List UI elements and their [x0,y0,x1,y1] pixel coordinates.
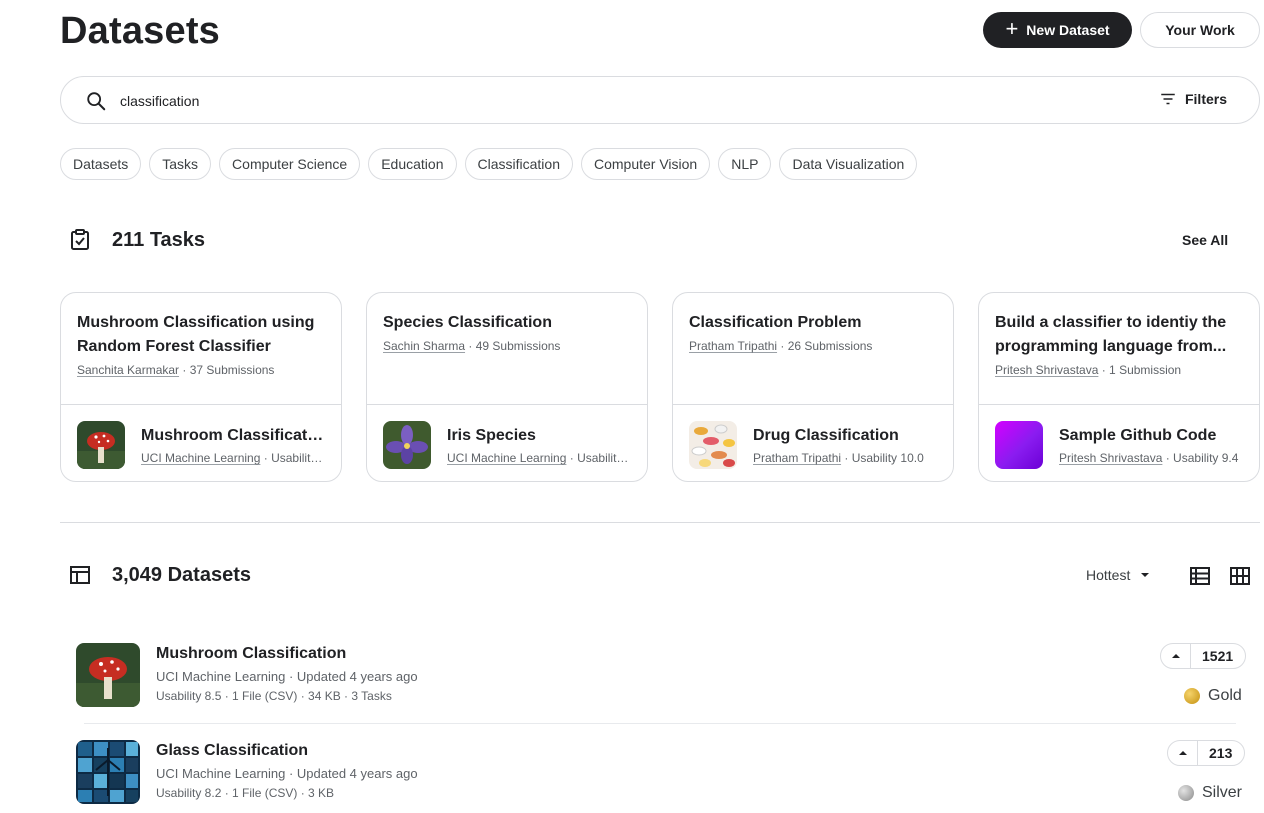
list-view-icon[interactable] [1188,564,1212,588]
tasks-count-title: 211 Tasks [112,228,206,251]
task-meta: Sanchita Karmakar · 37 Submissions [77,363,325,377]
search-bar: Filters [60,76,1260,124]
task-title: Classification Problem [689,314,862,331]
task-dataset-meta: UCI Machine Learning · Usability 7.9 [447,451,633,465]
mushroom-thumbnail [76,643,140,707]
task-author-link[interactable]: Sachin Sharma [383,339,465,353]
task-submissions: · 26 Submissions [777,339,873,353]
tasks-section-header: 211 Tasks [60,228,205,252]
dataset-subtitle: UCI Machine Learning · Updated 4 years a… [156,669,418,684]
task-title: Species Classification [383,314,552,331]
mushroom-thumbnail [77,421,125,469]
chip-data-visualization[interactable]: Data Visualization [779,148,918,180]
sort-dropdown[interactable]: Hottest [1086,567,1150,583]
chip-education[interactable]: Education [368,148,457,180]
table-icon [70,566,90,584]
filters-button[interactable]: Filters [1159,90,1227,108]
dataset-info: Usability 8.5 · 1 File (CSV) · 34 KB · 3… [156,689,392,703]
dataset-owner-link[interactable]: Pratham Tripathi [753,451,841,465]
task-dataset-meta: Pratham Tripathi · Usability 10.0 [753,451,937,465]
vote-count: 213 [1209,745,1233,761]
chip-datasets[interactable]: Datasets [60,148,142,180]
chip-nlp[interactable]: NLP [718,148,772,180]
caret-up-icon [1171,654,1180,658]
task-dataset-title: Sample Github Code [1059,427,1217,444]
dataset-subtitle: UCI Machine Learning · Updated 4 years a… [156,766,418,781]
new-dataset-button[interactable]: + New Dataset [983,12,1132,48]
stained-glass-thumbnail [76,740,140,804]
dataset-row[interactable]: Mushroom Classification UCI Machine Lear… [76,643,1246,707]
dataset-owner-link[interactable]: Pritesh Shrivastava [1059,451,1162,465]
filter-chips: Datasets Tasks Computer Science Educatio… [60,148,918,180]
task-dataset-meta: UCI Machine Learning · Usability 8.5 [141,451,327,465]
dataset-usability: · Usability 7.9 [569,451,633,465]
dataset-usability: · Usability 8.5 [263,451,327,465]
purple-gradient-thumbnail [995,421,1043,469]
upvote-control[interactable]: 213 [1167,740,1246,766]
see-all-tasks-link[interactable]: See All [1182,232,1228,248]
medal-label: Silver [1202,784,1243,801]
sort-label: Hottest [1086,567,1131,583]
chip-classification[interactable]: Classification [464,148,573,180]
dataset-row[interactable]: Glass Classification UCI Machine Learnin… [76,740,1246,804]
dataset-info: Usability 8.2 · 1 File (CSV) · 3 KB [156,786,335,800]
task-dataset-title: Mushroom Classification [141,427,327,444]
task-meta: Sachin Sharma · 49 Submissions [383,339,631,353]
silver-medal-icon [1178,785,1194,801]
task-title: Mushroom Classification using Random For… [77,314,315,355]
task-meta: Pritesh Shrivastava · 1 Submission [995,363,1243,377]
section-divider [60,522,1260,523]
search-input[interactable] [120,89,1020,113]
chip-tasks[interactable]: Tasks [149,148,212,180]
grid-view-icon[interactable] [1228,564,1252,588]
task-dataset-meta: Pritesh Shrivastava · Usability 9.4 [1059,451,1243,465]
medal-badge: Gold [1184,687,1242,705]
plus-icon: + [1005,16,1019,41]
search-icon [87,92,106,111]
task-card[interactable]: Mushroom Classification using Random For… [60,292,342,482]
task-author-link[interactable]: Pratham Tripathi [689,339,777,353]
filter-icon [1161,93,1175,105]
upvote-control[interactable]: 1521 [1160,643,1247,669]
row-divider [84,723,1236,724]
task-card[interactable]: Species Classification Sachin Sharma · 4… [366,292,648,482]
pills-thumbnail [689,421,737,469]
task-submissions: · 37 Submissions [179,363,275,377]
your-work-button[interactable]: Your Work [1140,12,1260,48]
upvote-button[interactable] [1168,741,1198,765]
datasets-section-header: 3,049 Datasets [60,563,251,587]
upvote-button[interactable] [1161,644,1191,668]
dataset-owner-link[interactable]: UCI Machine Learning [141,451,260,465]
caret-up-icon [1178,751,1187,755]
task-submissions: · 1 Submission [1098,363,1182,377]
task-submissions: · 49 Submissions [465,339,561,353]
iris-flower-thumbnail [383,421,431,469]
dataset-usability: · Usability 9.4 [1162,451,1239,465]
dataset-owner-link[interactable]: UCI Machine Learning [447,451,566,465]
gold-medal-icon [1184,688,1200,704]
dataset-title: Mushroom Classification [156,645,347,662]
task-author-link[interactable]: Sanchita Karmakar [77,363,179,377]
chip-computer-vision[interactable]: Computer Vision [580,148,711,180]
new-dataset-label: New Dataset [1026,22,1110,38]
chip-computer-science[interactable]: Computer Science [219,148,361,180]
task-card[interactable]: Build a classifier to identiy the progra… [978,292,1260,482]
dataset-usability: · Usability 10.0 [841,451,924,465]
caret-down-icon [1141,573,1150,577]
medal-label: Gold [1208,687,1242,704]
task-title: Build a classifier to identiy the progra… [995,314,1227,355]
medal-badge: Silver [1178,784,1242,802]
task-card[interactable]: Classification Problem Pratham Tripathi … [672,292,954,482]
task-checklist-icon [71,229,89,250]
task-meta: Pratham Tripathi · 26 Submissions [689,339,937,353]
task-author-link[interactable]: Pritesh Shrivastava [995,363,1098,377]
vote-count: 1521 [1202,648,1234,664]
page-title: Datasets [60,10,221,52]
task-dataset-title: Drug Classification [753,427,899,444]
filters-label: Filters [1184,91,1227,107]
dataset-title: Glass Classification [156,742,309,759]
task-dataset-title: Iris Species [447,427,536,444]
datasets-count-title: 3,049 Datasets [112,563,251,586]
